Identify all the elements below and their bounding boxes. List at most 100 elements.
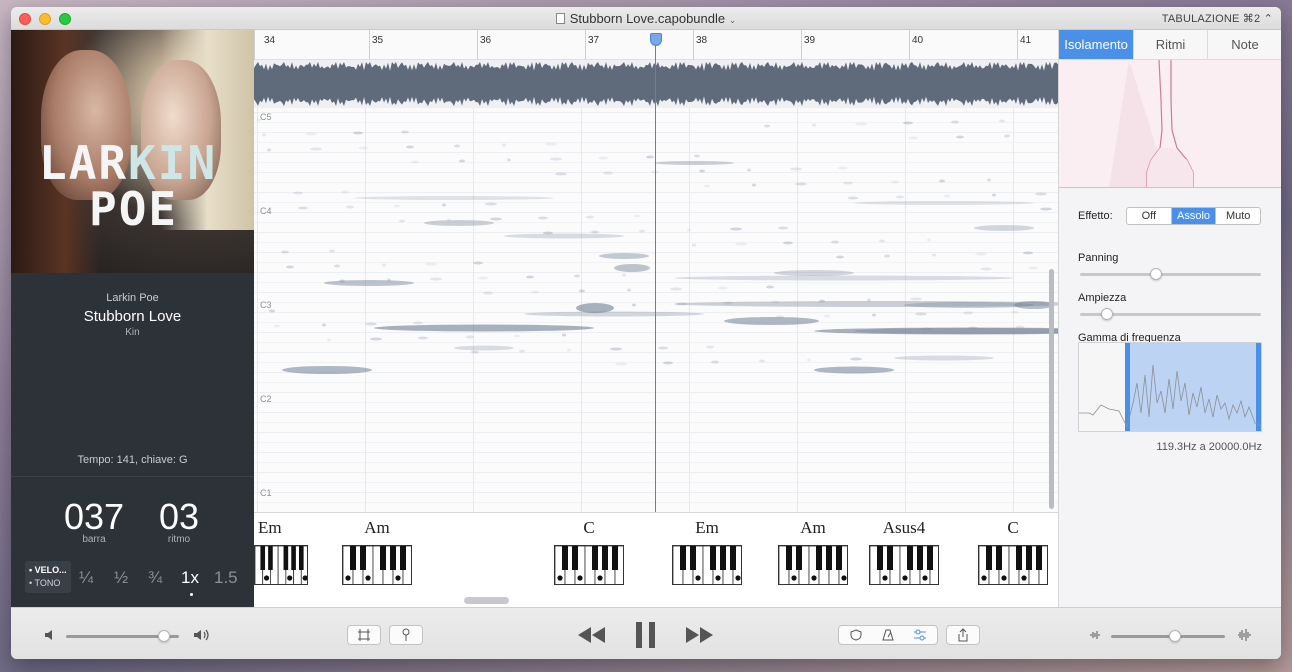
spectrogram-gridline (254, 372, 1058, 373)
spectrogram-overtone (459, 159, 465, 163)
app-window: Stubborn Love.capobundle ⌄ TABULAZIONE ⌘… (11, 7, 1281, 659)
track-album: Kin (125, 327, 140, 338)
chord-item[interactable]: Am (342, 513, 412, 585)
tab-ritmi[interactable]: Ritmi (1133, 30, 1207, 60)
playhead-handle[interactable] (650, 33, 662, 46)
frequency-range-selector[interactable] (1078, 342, 1262, 432)
panning-slider[interactable] (1080, 268, 1261, 280)
spectrogram-overtone (550, 157, 562, 161)
output-level-slider-knob[interactable] (1168, 630, 1181, 642)
speed-option-fast[interactable]: 1.5 (214, 568, 238, 588)
spectrogram-overtone (293, 191, 303, 195)
spectrogram-overtone (329, 249, 335, 253)
spectrogram-overtone (843, 181, 853, 185)
spectrogram-overtone (413, 321, 423, 325)
black-key (816, 546, 822, 570)
black-key (826, 546, 832, 570)
width-label: Ampiezza (1078, 292, 1127, 304)
spectrogram-overtone (1035, 192, 1047, 196)
chord-item[interactable]: Asus4 (869, 513, 939, 585)
volume-slider-knob[interactable] (158, 630, 171, 642)
spectrogram-note-blob (424, 220, 494, 226)
view-mode-selector[interactable]: TABULAZIONE ⌘2 ⌃ (1162, 12, 1273, 25)
spectrogram-overtone (987, 178, 991, 182)
chord-keyboard (672, 545, 742, 585)
tab-note[interactable]: Note (1207, 30, 1281, 60)
shield-icon-button[interactable] (840, 626, 872, 647)
chord-note-dot (882, 575, 888, 581)
share-button[interactable] (946, 625, 980, 645)
pause-icon[interactable] (635, 621, 657, 649)
output-level-slider[interactable] (1111, 630, 1225, 642)
speed-pitch-toggle[interactable]: • VELO... • TONO (25, 561, 71, 593)
spectrogram-note-blob (599, 253, 649, 259)
spectrogram-overtone (646, 155, 654, 159)
chord-item[interactable]: Em (254, 513, 308, 585)
spectrogram-overtone (531, 290, 539, 294)
spectrogram-note-blob (774, 270, 854, 276)
spectrogram-view[interactable]: C5 C4 C3 C2 C1 (254, 108, 1058, 512)
rewind-icon[interactable] (577, 625, 607, 645)
spectrogram-note-blob (894, 355, 994, 361)
fast-forward-icon[interactable] (684, 625, 714, 645)
width-slider-knob[interactable] (1101, 308, 1114, 320)
spectrogram-overtone (891, 180, 899, 184)
band-logo: LARKIN POE (39, 140, 239, 232)
panning-slider-knob[interactable] (1150, 268, 1163, 280)
spectrogram-overtone (694, 154, 700, 158)
speed-option-half[interactable]: ½ (114, 568, 128, 588)
black-key (986, 546, 992, 570)
width-slider[interactable] (1080, 308, 1261, 320)
bar-counter: 037 barra (59, 496, 129, 545)
spectrogram-overtone (634, 214, 640, 218)
spectrogram-vertical-scrollbar[interactable] (1049, 269, 1054, 509)
chord-name: C (583, 518, 595, 537)
chord-item[interactable]: C (554, 513, 624, 585)
spectrogram-note-blob (282, 366, 372, 374)
spectrogram-overtone (723, 301, 733, 305)
metronome-button[interactable] (872, 626, 904, 647)
chord-track[interactable]: Em Am C Em Am Asus4 C (254, 512, 1058, 607)
effect-mute-button[interactable]: Muto (1216, 208, 1260, 224)
chord-note-dot (345, 575, 351, 581)
chord-keyboard (254, 545, 308, 585)
waveform-small-icon (1090, 631, 1100, 639)
effect-off-button[interactable]: Off (1127, 208, 1172, 224)
chord-note-dot (981, 575, 987, 581)
speed-option-quarter[interactable]: ¼ (79, 568, 93, 588)
isolation-button[interactable] (904, 626, 936, 647)
spectrogram-overtone (622, 273, 626, 277)
chord-item[interactable]: Am (778, 513, 848, 585)
document-title[interactable]: Stubborn Love.capobundle ⌄ (11, 11, 1281, 26)
speed-toggle-velocity[interactable]: • VELO... (29, 564, 67, 577)
spectrogram-overtone (502, 143, 506, 147)
spectrogram-overtone (927, 238, 931, 242)
marker-button[interactable] (389, 625, 423, 645)
spectrogram-overtone (687, 228, 691, 232)
chord-item[interactable]: C (978, 513, 1048, 585)
spectrogram-note-blob (814, 366, 894, 374)
chord-item[interactable]: Em (672, 513, 742, 585)
chevron-down-icon: ⌄ (728, 15, 737, 25)
waveform-overview[interactable] (254, 60, 1058, 108)
volume-slider[interactable] (66, 630, 179, 642)
spectrogram-overtone (274, 324, 280, 328)
spectrogram-overtone (339, 279, 345, 283)
black-key (400, 546, 406, 570)
spectrogram-overtone (346, 205, 354, 209)
chord-note-dot (922, 575, 928, 581)
spectrogram-overtone (920, 327, 932, 331)
speed-option-three-quarter[interactable]: ¾ (148, 568, 162, 588)
effect-segmented-control: Off Assolo Muto (1126, 207, 1261, 225)
effect-solo-button[interactable]: Assolo (1171, 208, 1217, 224)
chord-horizontal-scrollbar[interactable] (464, 597, 509, 604)
speed-option-normal[interactable]: 1x (181, 568, 199, 588)
spectrogram-bar-line (257, 108, 258, 512)
spectrogram-overtone (663, 361, 673, 365)
loop-region-button[interactable] (347, 625, 381, 645)
stereo-field-view[interactable] (1059, 60, 1281, 188)
beat-counter: 03 ritmo (149, 496, 209, 545)
speed-toggle-pitch[interactable]: • TONO (29, 577, 67, 590)
spectrogram-bar-line (365, 108, 366, 512)
tab-isolamento[interactable]: Isolamento (1059, 30, 1133, 60)
